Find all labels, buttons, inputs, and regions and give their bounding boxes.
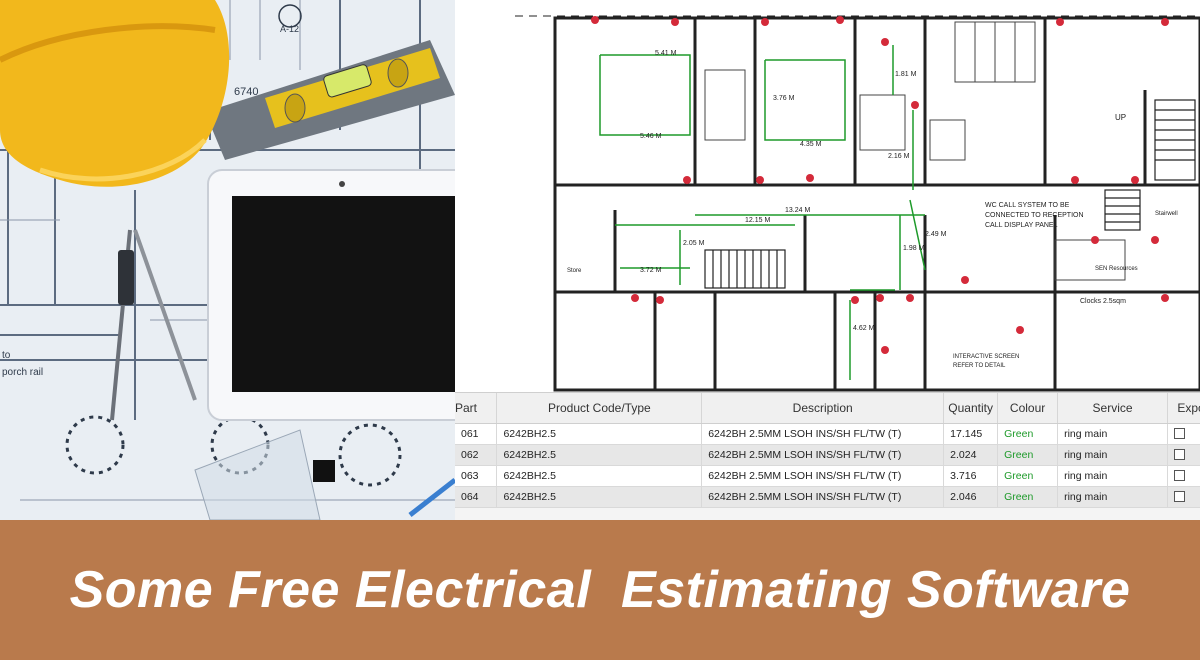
column-header-colour[interactable]: Colour bbox=[997, 393, 1059, 424]
table-row[interactable]: 064 6242BH2.5 6242BH 2.5MM LSOH INS/SH F… bbox=[455, 486, 1200, 508]
cell-export bbox=[1167, 444, 1200, 466]
measure-label: 3.76 M bbox=[773, 95, 795, 102]
measure-label: 12.15 M bbox=[745, 217, 770, 224]
stairs-up-label: UP bbox=[1115, 113, 1126, 122]
cell-product-code: 6242BH2.5 bbox=[496, 465, 703, 487]
title-banner: Some Free Electrical Estimating Software bbox=[0, 520, 1200, 660]
room-label-clocks: Clocks 2.5sqm bbox=[1080, 298, 1126, 305]
hard-hat-icon bbox=[0, 0, 230, 187]
cell-part: 064 bbox=[455, 486, 498, 508]
stairs-icon bbox=[704, 99, 1196, 289]
cell-product-code: 6242BH2.5 bbox=[496, 444, 703, 466]
cell-description: 6242BH 2.5MM LSOH INS/SH FL/TW (T) bbox=[701, 444, 945, 466]
note-label-porch-rail: porch rail bbox=[2, 367, 43, 378]
measure-label: 5.46 M bbox=[640, 133, 662, 140]
cell-colour: Green bbox=[997, 486, 1059, 508]
cell-service: ring main bbox=[1057, 465, 1168, 487]
compass-icon bbox=[110, 229, 197, 421]
cell-quantity: 3.716 bbox=[943, 465, 999, 487]
cell-quantity: 17.145 bbox=[943, 423, 999, 445]
export-checkbox[interactable] bbox=[1173, 449, 1185, 461]
column-header-product-code[interactable]: Product Code/Type bbox=[496, 393, 703, 424]
cell-colour: Green bbox=[997, 423, 1059, 445]
column-header-quantity[interactable]: Quantity bbox=[943, 393, 999, 424]
table-header-row: Part Product Code/Type Description Quant… bbox=[455, 393, 1200, 424]
blueprint-drawing: 6740 A-12 to porch rail bbox=[0, 0, 455, 520]
measure-label: 2.05 M bbox=[683, 240, 705, 247]
cell-service: ring main bbox=[1057, 423, 1168, 445]
measure-label: 2.49 M bbox=[925, 231, 947, 238]
measure-label: 4.35 M bbox=[800, 141, 822, 148]
wc-call-notice: CALL DISPLAY PANEL bbox=[985, 222, 1058, 229]
interactive-screen-note: REFER TO DETAIL bbox=[953, 363, 1006, 369]
table-row[interactable]: 062 6242BH2.5 6242BH 2.5MM LSOH INS/SH F… bbox=[455, 444, 1200, 466]
export-checkbox[interactable] bbox=[1173, 428, 1185, 440]
cell-quantity: 2.046 bbox=[943, 486, 999, 508]
cell-export bbox=[1167, 486, 1200, 508]
room-label-sen: SEN Resources bbox=[1095, 266, 1138, 272]
measure-label: 1.81 M bbox=[895, 71, 917, 78]
measure-label: 13.24 M bbox=[785, 207, 810, 214]
interactive-screen-note: INTERACTIVE SCREEN bbox=[953, 354, 1019, 360]
spirit-level-icon bbox=[205, 40, 455, 160]
cell-description: 6242BH 2.5MM LSOH INS/SH FL/TW (T) bbox=[701, 465, 945, 487]
floor-plan-panel: 5.41 M 5.46 M 4.35 M 13.24 M 12.15 M 3.7… bbox=[455, 0, 1200, 392]
wc-call-notice: CONNECTED TO RECEPTION bbox=[985, 212, 1084, 219]
cell-part: 061 bbox=[455, 423, 498, 445]
photo-panel: 6740 A-12 to porch rail bbox=[0, 0, 455, 520]
cell-description: 6242BH 2.5MM LSOH INS/SH FL/TW (T) bbox=[701, 486, 945, 508]
column-header-export[interactable]: Expo bbox=[1167, 393, 1200, 424]
cell-quantity: 2.024 bbox=[943, 444, 999, 466]
measure-label: 1.98 M bbox=[903, 245, 925, 252]
note-label-to: to bbox=[2, 350, 11, 361]
cell-product-code: 6242BH2.5 bbox=[496, 423, 703, 445]
measure-label: 4.62 M bbox=[853, 325, 875, 332]
pencil-icon bbox=[408, 478, 455, 517]
export-checkbox[interactable] bbox=[1173, 491, 1185, 503]
cell-description: 6242BH 2.5MM LSOH INS/SH FL/TW (T) bbox=[701, 423, 945, 445]
cell-part: 062 bbox=[455, 444, 498, 466]
grid-reference-label: A-12 bbox=[280, 24, 299, 34]
cell-part: 063 bbox=[455, 465, 498, 487]
cell-service: ring main bbox=[1057, 486, 1168, 508]
table-row[interactable]: 063 6242BH2.5 6242BH 2.5MM LSOH INS/SH F… bbox=[455, 465, 1200, 487]
column-header-part[interactable]: Part bbox=[455, 393, 498, 424]
measure-label: 2.16 M bbox=[888, 153, 910, 160]
cell-service: ring main bbox=[1057, 444, 1168, 466]
estimate-table-panel: Part Product Code/Type Description Quant… bbox=[455, 392, 1200, 520]
tablet-icon bbox=[207, 169, 455, 421]
banner-title: Some Free Electrical Estimating Software bbox=[69, 561, 1131, 619]
measure-label: 3.72 M bbox=[640, 267, 662, 274]
cell-product-code: 6242BH2.5 bbox=[496, 486, 703, 508]
measure-label: 5.41 M bbox=[655, 50, 677, 57]
room-label-store: Store bbox=[567, 268, 582, 274]
column-header-description[interactable]: Description bbox=[701, 393, 945, 424]
column-header-service[interactable]: Service bbox=[1057, 393, 1168, 424]
export-checkbox[interactable] bbox=[1173, 470, 1185, 482]
floor-plan-drawing: 5.41 M 5.46 M 4.35 M 13.24 M 12.15 M 3.7… bbox=[515, 15, 1200, 392]
wc-call-notice: WC CALL SYSTEM TO BE bbox=[985, 202, 1070, 209]
cell-colour: Green bbox=[997, 444, 1059, 466]
cell-colour: Green bbox=[997, 465, 1059, 487]
room-label-stairwell: Stairwell bbox=[1155, 211, 1178, 217]
cell-export bbox=[1167, 465, 1200, 487]
level-dimension-label: 6740 bbox=[234, 86, 258, 98]
estimate-table: Part Product Code/Type Description Quant… bbox=[455, 393, 1200, 508]
cell-export bbox=[1167, 423, 1200, 445]
table-row[interactable]: 061 6242BH2.5 6242BH 2.5MM LSOH INS/SH F… bbox=[455, 423, 1200, 445]
